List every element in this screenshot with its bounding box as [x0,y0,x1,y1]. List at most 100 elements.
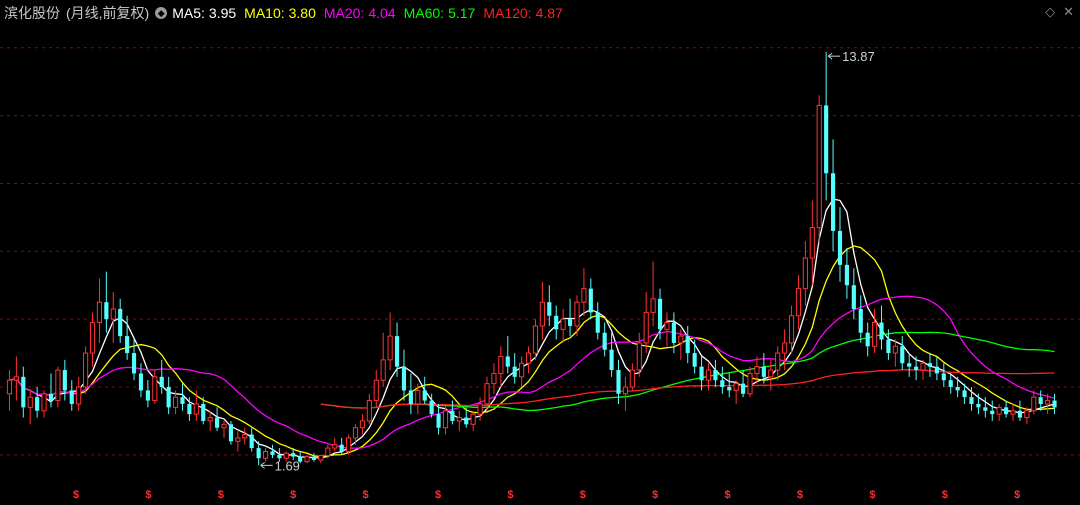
candle-body [242,434,248,439]
candle-body [934,366,939,374]
candle-body [366,400,372,422]
ma-legend-ma5: MA5: 3.95 [172,5,236,21]
ma5-line [9,198,1055,459]
candle-body [1038,397,1043,404]
candle [221,420,227,438]
close-icon[interactable]: ✕ [1063,4,1074,20]
candle [990,400,995,421]
candle [332,437,338,452]
candle-body [962,390,967,398]
candle [152,370,158,404]
candlestick-chart[interactable]: 13.87 1.69 $ $ $ $ $ $ $ $ $ $ $ $ $ $ [0,0,1080,505]
candle [920,359,926,381]
candle-body [429,400,434,415]
candle-body [394,336,400,367]
candle [76,376,82,411]
candle [851,268,856,320]
candle [824,52,829,201]
candle-body [187,403,192,415]
candle-body [539,301,545,327]
candle [55,366,61,408]
candle-body [657,298,663,330]
candle-body [48,393,54,401]
candle [35,387,40,418]
candle [380,332,386,388]
dividend-marker: $ [725,489,731,501]
candle [498,346,504,388]
candle [48,373,54,408]
candle-body [104,302,109,320]
candle-body [401,366,407,391]
candle-body [886,339,891,354]
candle [228,420,234,445]
chart-period: (月线,前复权) [66,5,150,21]
candle-body [325,447,331,457]
candle [775,346,781,381]
candle-body [941,373,946,381]
candle-body [581,288,587,303]
candle-body [914,366,919,371]
candle [837,207,843,282]
candle [643,292,649,354]
candle-body [125,336,130,354]
candle [470,410,476,432]
candle [539,281,545,340]
candle-body [512,366,517,377]
candle-body [21,376,26,408]
candle [636,332,642,377]
candle-body [650,298,656,313]
candle-body [699,366,704,381]
candle [816,95,822,245]
settings-dot-icon[interactable]: ◆ [155,7,168,19]
candle [948,373,953,394]
diamond-icon[interactable]: ◇ [1045,4,1055,20]
candle-body [166,387,171,408]
candle [387,312,393,371]
dividend-marker: $ [1014,489,1020,501]
candle-body [13,376,19,381]
candle-body [76,386,82,405]
candle [242,427,248,445]
candle [802,241,808,306]
candle-body [976,403,981,408]
candle-body [1031,396,1037,412]
candle-body [89,322,96,354]
candle-body [720,380,725,388]
candle-body [1010,410,1016,415]
candle-body [664,322,670,330]
candle-body [824,105,829,174]
candle [685,325,690,364]
candle [159,359,164,394]
candle [609,332,614,377]
candle [359,414,366,435]
candle-body [235,437,241,442]
candle [118,298,123,343]
candle-body [318,455,324,461]
candle-body [1017,410,1023,418]
candle [567,298,573,337]
candle-body [554,315,559,330]
candle [622,376,629,411]
candle-body [1004,407,1009,415]
candle-body [809,227,815,259]
candle [249,427,254,452]
candle [629,363,635,391]
candle [588,278,593,320]
candle-body [574,301,580,327]
candle-body [802,257,808,290]
candle [180,383,185,411]
candle [733,380,739,404]
candle [346,434,352,455]
candle [373,370,379,408]
stock-name: 滨化股份 [4,5,60,21]
candle [1052,393,1057,415]
candle-body [304,456,310,463]
candle-body [643,311,649,344]
candle [858,295,863,343]
dividend-marker: $ [797,489,803,501]
candle-body [713,370,718,381]
candle-body [678,335,684,344]
candle [741,370,746,398]
corner-icons: ◇ ✕ [1045,4,1074,20]
candle [491,363,497,394]
